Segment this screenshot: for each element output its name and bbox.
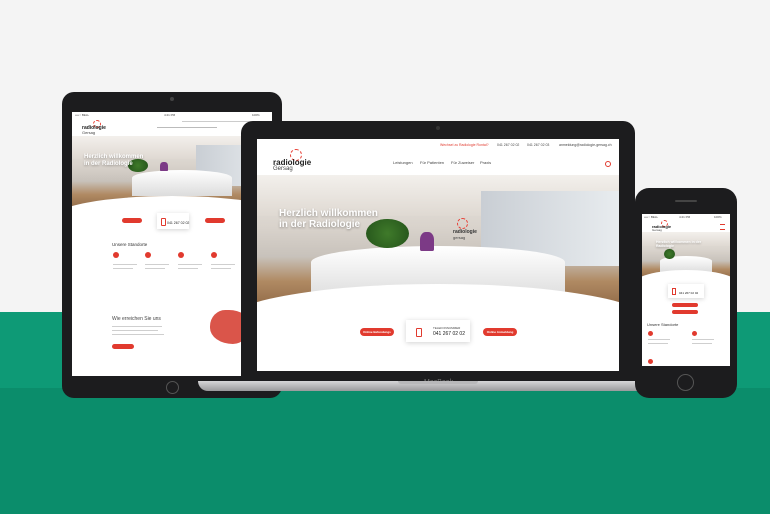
status-battery: 100% bbox=[252, 113, 260, 117]
phone-icon bbox=[161, 218, 166, 226]
plant bbox=[664, 248, 675, 260]
map-button[interactable] bbox=[112, 344, 134, 349]
phone-hero: Herzlich willkommen in der Radiologie bbox=[642, 232, 730, 280]
phone-speaker bbox=[675, 200, 697, 202]
hero-title: Herzlich willkommen in der Radiologie bbox=[279, 208, 378, 231]
nav-patienten[interactable]: Für Patienten bbox=[420, 160, 444, 165]
reception-desk bbox=[132, 169, 232, 196]
hero-title: Herzlich willkommen in der Radiologie bbox=[84, 154, 144, 167]
phone-card-label: TELEFONNUMMER bbox=[433, 326, 461, 330]
nav-leistungen[interactable]: Leistungen bbox=[393, 160, 413, 165]
location-icon-2 bbox=[145, 252, 151, 258]
status-time: 4:21 PM bbox=[164, 113, 176, 117]
location-icon-1 bbox=[648, 331, 653, 336]
laptop-device: Wechsel zu Radiologie Rontal? 041 267 02… bbox=[241, 121, 635, 381]
laptop-topbar: Wechsel zu Radiologie Rontal? 041 267 02… bbox=[257, 139, 619, 149]
section-title: Unsere Standorte bbox=[647, 322, 679, 327]
phone-icon bbox=[672, 288, 676, 295]
laptop-header: radiologie Gersag Leistungen Für Patient… bbox=[257, 149, 619, 177]
topbar-notice[interactable]: Wechsel zu Radiologie Rontal? bbox=[440, 143, 489, 147]
laptop-screen: Wechsel zu Radiologie Rontal? 041 267 02… bbox=[257, 139, 619, 371]
tablet-nav-placeholder bbox=[157, 127, 217, 128]
online-anmeldung-button[interactable]: Online Anmeldung bbox=[483, 328, 517, 336]
topbar-phone[interactable]: 041 267 02 02 bbox=[497, 143, 519, 147]
nav-praxis[interactable]: Praxis bbox=[480, 160, 491, 165]
logo-subtext: Gersag bbox=[273, 166, 293, 172]
phone-number[interactable]: 041 267 02 02 bbox=[433, 331, 465, 337]
location-icon-2 bbox=[692, 331, 697, 336]
phone-screen: ••••○ BELL 4:21 PM 100% radiologie Gersa… bbox=[642, 214, 730, 366]
background-green-shadow bbox=[0, 388, 770, 514]
online-anmeldung-button[interactable] bbox=[672, 310, 698, 314]
search-icon[interactable] bbox=[605, 161, 611, 167]
laptop-notch bbox=[398, 381, 478, 384]
phone-icon bbox=[416, 328, 422, 337]
online-befundung-button[interactable]: Online Befundungs bbox=[360, 328, 394, 336]
tablet-home-button[interactable] bbox=[166, 381, 179, 394]
location-icon-4 bbox=[211, 252, 217, 258]
phone-card: 041 267 02 02 bbox=[157, 213, 189, 229]
section-title: Unsere Standorte bbox=[112, 242, 148, 247]
map-title: Wie erreichen Sie uns bbox=[112, 316, 161, 322]
phone-header: radiologie Gersag bbox=[642, 219, 730, 232]
phone-number[interactable]: 041 267 02 02 bbox=[167, 221, 189, 225]
phone-device: ••••○ BELL 4:21 PM 100% radiologie Gersa… bbox=[635, 188, 737, 398]
location-icon-3 bbox=[648, 359, 653, 364]
status-carrier: ••••○ BELL bbox=[75, 113, 90, 117]
menu-icon[interactable] bbox=[720, 224, 725, 230]
phone-card: 041 267 02 02 bbox=[668, 284, 704, 298]
hero-sign-subtext: gersag bbox=[453, 235, 466, 240]
online-anmeldung-button[interactable] bbox=[205, 218, 225, 223]
logo-subtext: Gersag bbox=[82, 130, 96, 135]
nav-zuweiser[interactable]: Für Zuweiser bbox=[451, 160, 474, 165]
online-befundung-button[interactable] bbox=[122, 218, 142, 223]
tablet-camera bbox=[170, 97, 174, 101]
laptop-camera bbox=[436, 126, 440, 130]
topbar-email[interactable]: anmeldung@radiologie-gersag.ch bbox=[559, 143, 612, 147]
receptionist bbox=[419, 232, 435, 252]
topbar-fax: 041 267 02 03 bbox=[527, 143, 550, 147]
hero-sign-icon bbox=[457, 218, 468, 229]
location-icon-3 bbox=[178, 252, 184, 258]
location-icon-1 bbox=[113, 252, 119, 258]
hero-title: Herzlich willkommen in der Radiologie bbox=[656, 240, 702, 248]
laptop-base: MacBook bbox=[198, 379, 678, 391]
laptop-hero: radiologie gersag Herzlich willkommen in… bbox=[257, 175, 619, 311]
phone-home-button[interactable] bbox=[677, 374, 694, 391]
phone-card: TELEFONNUMMER 041 267 02 02 bbox=[406, 320, 470, 342]
phone-number[interactable]: 041 267 02 02 bbox=[679, 291, 698, 295]
online-befundung-button[interactable] bbox=[672, 303, 698, 307]
receptionist bbox=[160, 162, 168, 172]
